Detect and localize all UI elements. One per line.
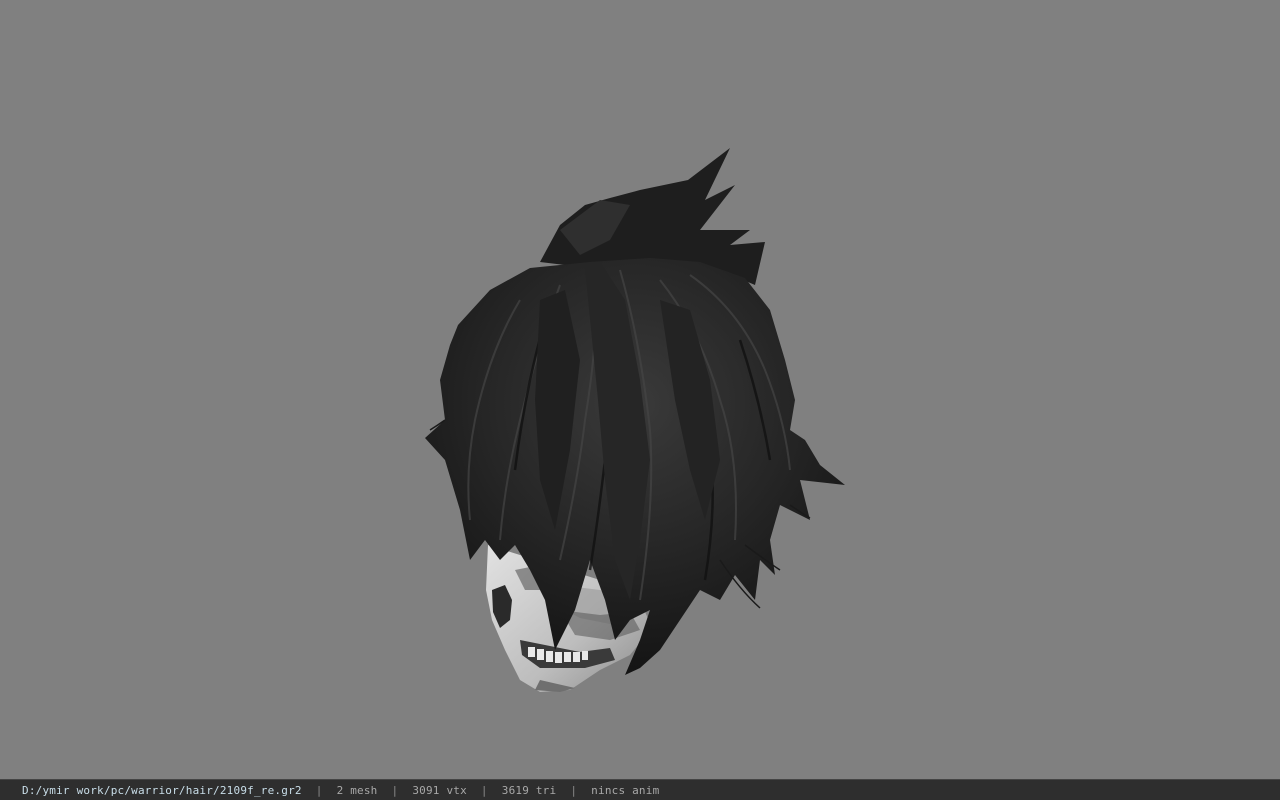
status-separator: | — [315, 783, 323, 797]
hair-model-render — [425, 148, 845, 692]
status-separator: | — [480, 783, 488, 797]
status-separator: | — [391, 783, 399, 797]
animation-status-label: nincs anim — [591, 783, 660, 797]
3d-viewport[interactable] — [0, 0, 1280, 779]
vertex-count-label: 3091 vtx — [412, 783, 467, 797]
status-bar: D:/ymir work/pc/warrior/hair/2109f_re.gr… — [0, 779, 1280, 800]
mesh-count-label: 2 mesh — [336, 783, 378, 797]
status-separator: | — [570, 783, 578, 797]
triangle-count-label: 3619 tri — [501, 783, 557, 797]
file-path-label: D:/ymir work/pc/warrior/hair/2109f_re.gr… — [22, 783, 302, 797]
